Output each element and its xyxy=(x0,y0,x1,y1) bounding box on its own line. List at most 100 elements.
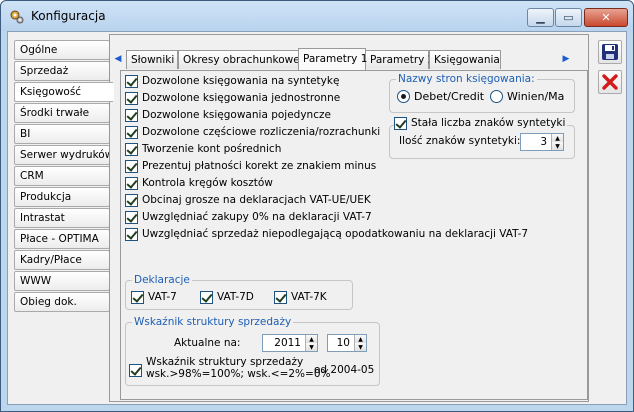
checkbox[interactable] xyxy=(200,290,213,304)
tab-label: Parametry 1 xyxy=(303,53,368,65)
checkbox[interactable] xyxy=(125,74,138,88)
nav-item-produkcja[interactable]: Produkcja xyxy=(14,187,110,207)
option-label: Dozwolone częściowe rozliczenia/rozrachu… xyxy=(142,126,381,138)
od-date-label: od 2004-05 xyxy=(314,364,375,376)
titlebar[interactable]: Konfiguracja ▁ ▭ ✕ xyxy=(1,1,633,31)
option-ksiegowania-syntetyka[interactable]: Dozwolone księgowania na syntetykę xyxy=(125,73,339,89)
tab-label: Księgowania xyxy=(434,54,500,66)
checkbox[interactable] xyxy=(125,125,138,139)
checkbox[interactable] xyxy=(129,363,142,377)
checkbox[interactable] xyxy=(125,210,138,224)
tab-label: Słowniki xyxy=(131,54,175,66)
deklaracja-vat7k[interactable]: VAT-7K xyxy=(274,289,327,305)
spin-down-icon[interactable]: ▼ xyxy=(552,142,563,150)
minimize-button[interactable]: ▁ xyxy=(527,8,554,27)
option-label: Tworzenie kont pośrednich xyxy=(142,143,282,155)
checkbox[interactable] xyxy=(125,176,138,190)
maximize-button[interactable]: ▭ xyxy=(555,8,582,27)
cancel-button[interactable] xyxy=(598,70,622,94)
group-title: Deklaracje xyxy=(132,274,192,286)
option-czesciowe-rozliczenia[interactable]: Dozwolone częściowe rozliczenia/rozrachu… xyxy=(125,124,380,140)
radio-winien-ma[interactable]: Winien/Ma xyxy=(490,90,564,103)
tab-ksiegowania[interactable]: Księgowania xyxy=(429,50,501,69)
tab-parametry-2[interactable]: Parametry 2 xyxy=(365,50,434,69)
checkbox[interactable] xyxy=(394,116,407,130)
nav-item-srodki-trwale[interactable]: Środki trwałe xyxy=(14,103,110,123)
option-stala-liczba-znakow[interactable]: Stała liczba znaków syntetyki xyxy=(394,115,568,131)
nav-item-label: Księgowość xyxy=(20,86,82,98)
month-spinner[interactable]: 10 ▲ ▼ xyxy=(327,334,367,352)
save-icon xyxy=(602,44,618,60)
tab-label: Parametry 2 xyxy=(370,54,435,66)
option-ksiegowania-pojedyncze[interactable]: Dozwolone księgowania pojedyncze xyxy=(125,107,331,123)
nav-item-label: Obieg dok. xyxy=(20,296,77,308)
radio-debet-credit[interactable]: Debet/Credit xyxy=(397,90,484,103)
spinner-value[interactable]: 3 xyxy=(521,136,551,148)
chevron-left-icon: ◀ xyxy=(114,54,122,64)
tab-scroll-right-button[interactable]: ▶ xyxy=(560,52,572,66)
checkbox[interactable] xyxy=(125,193,138,207)
aktualne-na-label: Aktualne na: xyxy=(174,337,241,349)
option-obcinaj-grosze[interactable]: Obcinaj grosze na deklaracjach VAT-UE/UE… xyxy=(125,192,371,208)
option-label: Obcinaj grosze na deklaracjach VAT-UE/UE… xyxy=(142,194,371,206)
radio-button[interactable] xyxy=(397,90,410,103)
tab-parametry-1[interactable]: Parametry 1 xyxy=(298,48,368,70)
spin-up-icon[interactable]: ▲ xyxy=(552,134,563,142)
nav-item-obieg-dok[interactable]: Obieg dok. xyxy=(14,292,110,312)
ilosc-znakow-spinner[interactable]: 3 ▲ ▼ xyxy=(520,133,564,151)
radio-button[interactable] xyxy=(490,90,503,103)
checkbox[interactable] xyxy=(125,108,138,122)
wskaznik-check-label: Wskaźnik struktury sprzedaży wsk.>98%=100… xyxy=(146,356,331,380)
year-spinner[interactable]: 2011 ▲ ▼ xyxy=(262,334,318,352)
option-label: Kontrola kręgów kosztów xyxy=(142,177,273,189)
deklaracja-vat7[interactable]: VAT-7 xyxy=(131,289,177,305)
nav-item-intrastat[interactable]: Intrastat xyxy=(14,208,110,228)
save-button[interactable] xyxy=(598,40,622,64)
checkbox[interactable] xyxy=(125,142,138,156)
checkbox[interactable] xyxy=(274,290,287,304)
nav-item-label: Środki trwałe xyxy=(20,107,90,119)
checkbox[interactable] xyxy=(125,91,138,105)
option-zakupy-0-vat7[interactable]: Uwzględniać zakupy 0% na deklaracji VAT-… xyxy=(125,209,372,225)
nav-item-crm[interactable]: CRM xyxy=(14,166,110,186)
nav-item-www[interactable]: WWW xyxy=(14,271,110,291)
nav-item-place-optima[interactable]: Płace - OPTIMA xyxy=(14,229,110,249)
spin-down-icon[interactable]: ▼ xyxy=(306,343,317,351)
nav-item-ogolne[interactable]: Ogólne xyxy=(14,40,110,60)
spin-down-icon[interactable]: ▼ xyxy=(355,343,366,351)
option-sprzedaz-niepodlegajaca[interactable]: Uwzględniać sprzedaż niepodlegającą opod… xyxy=(125,226,528,242)
nav-item-ksiegowosc[interactable]: Księgowość xyxy=(14,82,114,102)
tab-okresy-obrachunkowe[interactable]: Okresy obrachunkowe xyxy=(178,50,300,69)
option-ksiegowania-jednostronne[interactable]: Dozwolone księgowania jednostronne xyxy=(125,90,340,106)
nav-item-label: Kadry/Płace xyxy=(20,254,82,266)
nav-item-sprzedaz[interactable]: Sprzedaż xyxy=(14,61,110,81)
option-platnosci-korekt-minus[interactable]: Prezentuj płatności korekt ze znakiem mi… xyxy=(125,158,376,174)
checkbox[interactable] xyxy=(125,227,138,241)
option-kontrola-kregow-kosztow[interactable]: Kontrola kręgów kosztów xyxy=(125,175,273,191)
radio-label: Winien/Ma xyxy=(507,90,565,103)
spinner-value[interactable]: 2011 xyxy=(263,337,305,349)
checkbox[interactable] xyxy=(125,159,138,173)
option-label: Dozwolone księgowania na syntetykę xyxy=(142,75,340,87)
maximize-icon: ▭ xyxy=(563,11,574,24)
option-wskaznik-struktury[interactable] xyxy=(129,362,146,378)
checkbox[interactable] xyxy=(131,290,144,304)
nav-item-kadry-place[interactable]: Kadry/Płace xyxy=(14,250,110,270)
tab-scroll-left-button[interactable]: ◀ xyxy=(112,52,124,66)
nav-item-bi[interactable]: BI xyxy=(14,124,110,144)
minimize-icon: ▁ xyxy=(536,11,545,24)
deklaracja-vat7d[interactable]: VAT-7D xyxy=(200,289,254,305)
option-label: VAT-7D xyxy=(217,291,254,303)
option-konta-posrednie[interactable]: Tworzenie kont pośrednich xyxy=(125,141,281,157)
nav-item-label: Ogólne xyxy=(20,44,58,56)
option-label: Uwzględniać sprzedaż niepodlegającą opod… xyxy=(142,228,529,240)
group-title: Nazwy stron księgowania: xyxy=(396,73,537,85)
spin-up-icon[interactable]: ▲ xyxy=(306,335,317,343)
spinner-value[interactable]: 10 xyxy=(328,337,354,349)
close-button[interactable]: ✕ xyxy=(584,8,628,27)
tab-slowniki[interactable]: Słowniki xyxy=(126,50,178,69)
nav-item-serwer-wydrukow[interactable]: Serwer wydruków xyxy=(14,145,110,165)
spin-up-icon[interactable]: ▲ xyxy=(355,335,366,343)
option-label: Dozwolone księgowania jednostronne xyxy=(142,92,341,104)
option-label: Uwzględniać zakupy 0% na deklaracji VAT-… xyxy=(142,211,372,223)
